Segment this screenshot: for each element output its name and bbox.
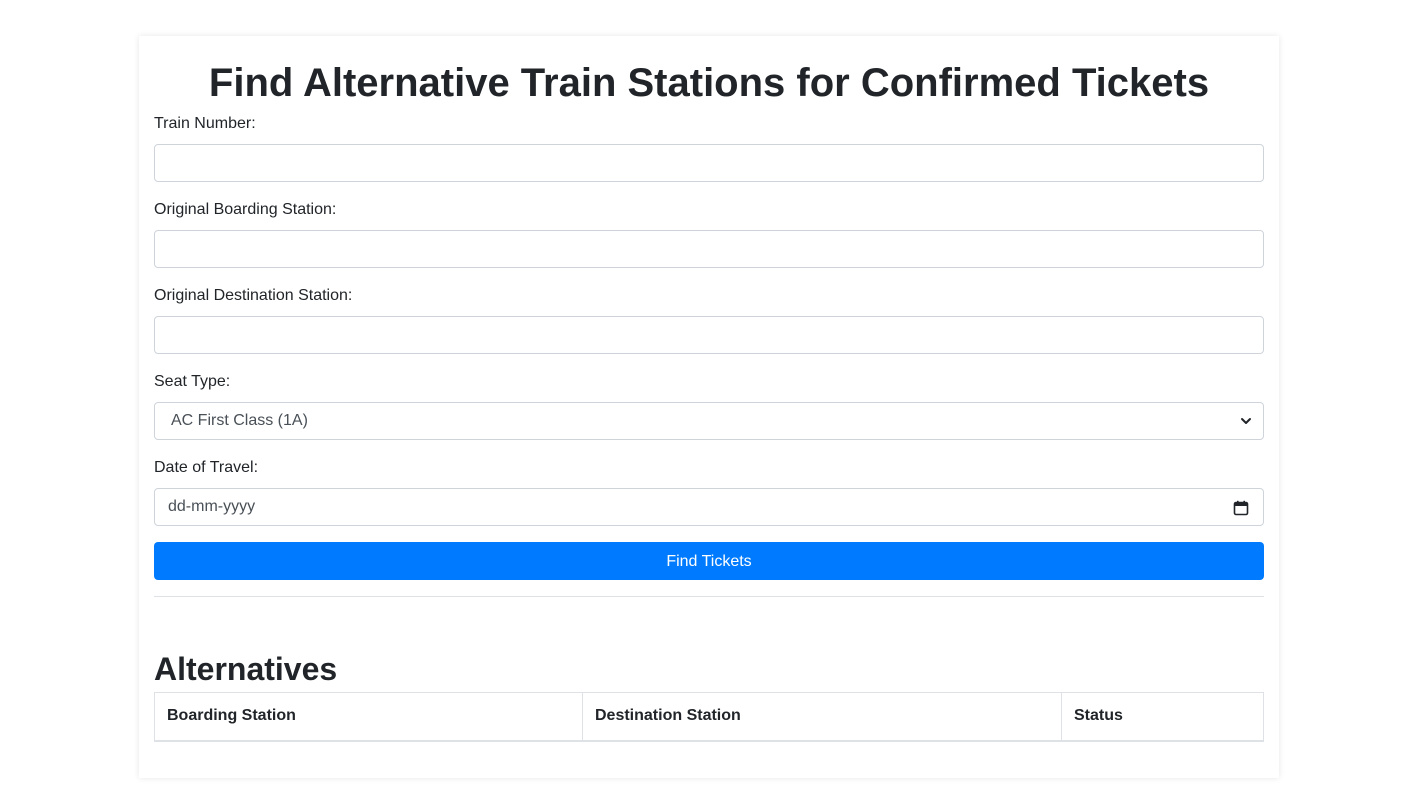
calendar-icon[interactable] — [1233, 500, 1249, 516]
page-title: Find Alternative Train Stations for Conf… — [208, 61, 1210, 105]
column-header-status: Status — [1061, 692, 1264, 742]
date-of-travel-group: Date of Travel: dd-mm-yyyy — [154, 456, 1264, 526]
destination-station-label: Original Destination Station: — [154, 287, 353, 304]
alternatives-table: Boarding Station Destination Station Sta… — [154, 692, 1264, 742]
main-card: Find Alternative Train Stations for Conf… — [139, 36, 1279, 778]
date-of-travel-input[interactable]: dd-mm-yyyy — [154, 488, 1264, 526]
boarding-station-input[interactable] — [154, 230, 1264, 268]
date-of-travel-label: Date of Travel: — [154, 459, 259, 476]
train-number-label: Train Number: — [154, 115, 256, 132]
train-number-group: Train Number: — [154, 112, 1264, 182]
date-placeholder: dd-mm-yyyy — [168, 498, 256, 515]
destination-station-group: Original Destination Station: — [154, 284, 1264, 354]
column-header-boarding-station: Boarding Station — [154, 692, 583, 742]
seat-type-selected-value: AC First Class (1A) — [171, 412, 308, 429]
seat-type-label: Seat Type: — [154, 373, 231, 390]
seat-type-select[interactable]: AC First Class (1A) — [154, 402, 1264, 440]
destination-station-input[interactable] — [154, 316, 1264, 354]
boarding-station-group: Original Boarding Station: — [154, 198, 1264, 268]
train-number-input[interactable] — [154, 144, 1264, 182]
alternatives-title: Alternatives — [154, 651, 338, 687]
table-header-row: Boarding Station Destination Station Sta… — [154, 692, 1264, 742]
find-tickets-button[interactable]: Find Tickets — [154, 542, 1264, 580]
chevron-down-icon — [1241, 418, 1251, 424]
seat-type-group: Seat Type: AC First Class (1A) — [154, 370, 1264, 440]
search-form: Train Number: Original Boarding Station:… — [154, 112, 1264, 580]
boarding-station-label: Original Boarding Station: — [154, 201, 337, 218]
section-divider — [154, 596, 1264, 597]
column-header-destination-station: Destination Station — [582, 692, 1062, 742]
